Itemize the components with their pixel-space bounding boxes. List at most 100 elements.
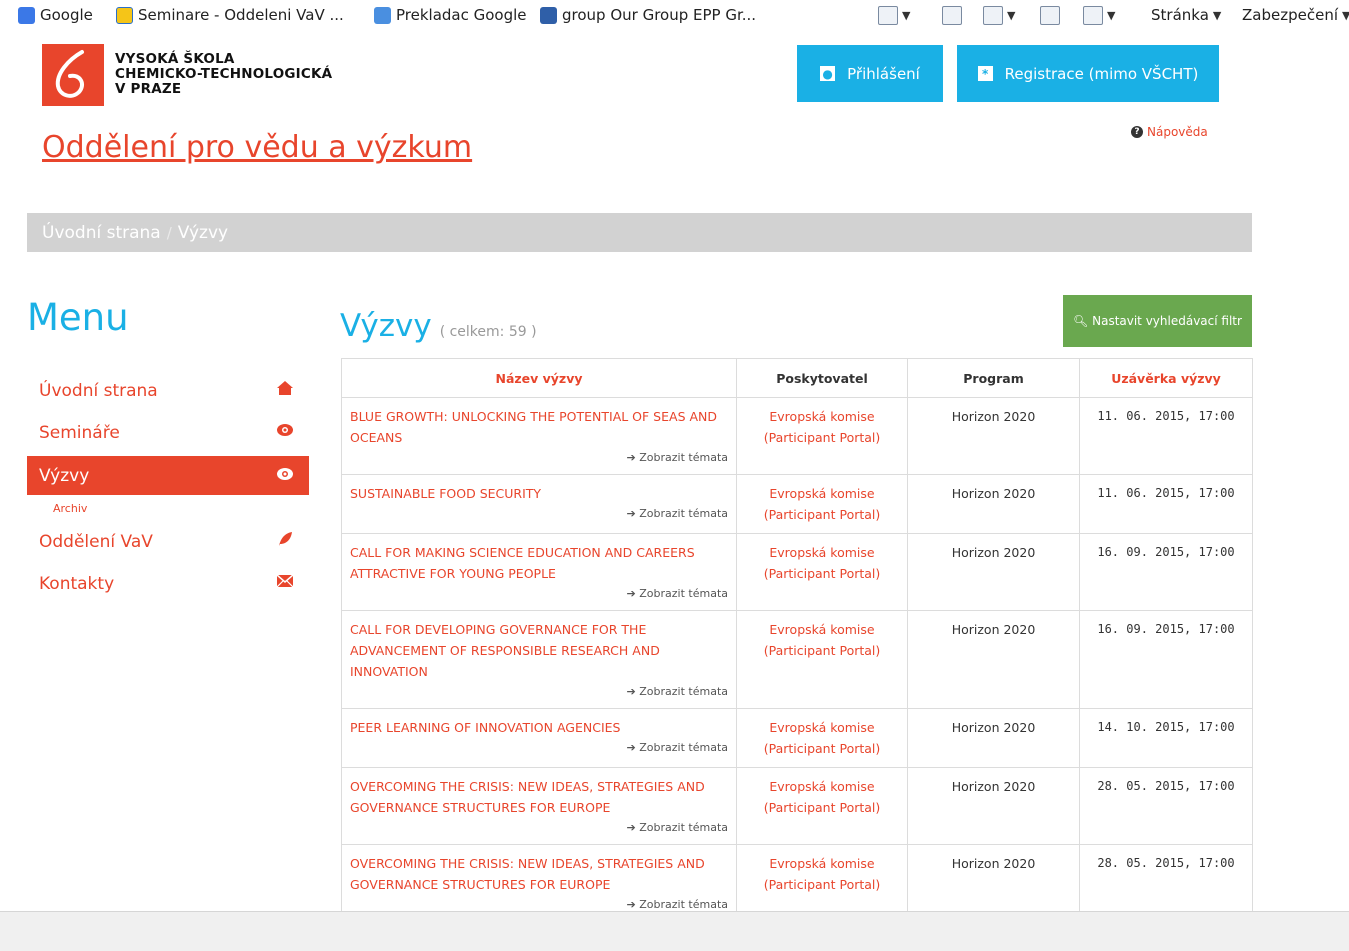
show-topics-link[interactable]: ➔ Zobrazit témata — [350, 504, 728, 524]
chevron-down-icon: ▼ — [1107, 9, 1116, 22]
call-title-link[interactable]: BLUE GROWTH: UNLOCKING THE POTENTIAL OF … — [350, 406, 728, 448]
table-row: BLUE GROWTH: UNLOCKING THE POTENTIAL OF … — [341, 397, 1253, 475]
security-menu[interactable]: Zabezpečení ▼ — [1242, 6, 1349, 24]
arrow-right-icon: ➔ — [626, 898, 640, 911]
provider-link[interactable]: Evropská komise (Participant Portal) — [736, 533, 908, 611]
sidebar-item-contacts[interactable]: Kontakty — [27, 563, 309, 605]
set-search-filter-button[interactable]: 🔍︎ Nastavit vyhledávací filtr — [1063, 295, 1252, 347]
rss-icon — [983, 6, 1003, 25]
call-name-cell: BLUE GROWTH: UNLOCKING THE POTENTIAL OF … — [341, 397, 737, 475]
arrow-right-icon: ➔ — [626, 451, 640, 464]
column-header-name[interactable]: Název výzvy — [341, 358, 737, 398]
question-icon: ? — [1131, 126, 1143, 138]
table-header-row: Název výzvy Poskytovatel Program Uzávěrk… — [341, 358, 1253, 398]
show-topics-link[interactable]: ➔ Zobrazit témata — [350, 448, 728, 468]
user-icon: ● — [820, 66, 836, 81]
column-header-program[interactable]: Program — [907, 358, 1080, 398]
table-row: CALL FOR DEVELOPING GOVERNANCE FOR THE A… — [341, 610, 1253, 709]
printer-icon — [1083, 6, 1103, 25]
school-logo[interactable] — [42, 44, 104, 106]
breadcrumb-separator: / — [166, 223, 172, 242]
mail-command[interactable] — [1040, 6, 1060, 25]
favorite-group[interactable]: group Our Group EPP Gr... — [540, 6, 756, 24]
call-title-link[interactable]: SUSTAINABLE FOOD SECURITY — [350, 483, 728, 504]
deadline-cell: 16. 09. 2015, 17:00 — [1079, 533, 1253, 611]
provider-link[interactable]: Evropská komise (Participant Portal) — [736, 844, 908, 922]
department-title-link[interactable]: Oddělení pro vědu a výzkum — [42, 130, 472, 165]
show-topics-link[interactable]: ➔ Zobrazit témata — [350, 818, 728, 838]
table-row: OVERCOMING THE CRISIS: NEW IDEAS, STRATE… — [341, 767, 1253, 845]
program-cell: Horizon 2020 — [907, 474, 1080, 534]
call-title-link[interactable]: CALL FOR MAKING SCIENCE EDUCATION AND CA… — [350, 542, 728, 584]
browser-favorites-bar: Google Seminare - Oddeleni VaV ... Prekl… — [0, 0, 1349, 30]
show-topics-link[interactable]: ➔ Zobrazit témata — [350, 584, 728, 604]
program-cell: Horizon 2020 — [907, 844, 1080, 922]
ie-page-icon — [116, 6, 133, 24]
leaf-icon — [277, 531, 293, 547]
deadline-cell: 11. 06. 2015, 17:00 — [1079, 474, 1253, 534]
help-link[interactable]: ? Nápověda — [1131, 125, 1208, 139]
column-header-provider[interactable]: Poskytovatel — [736, 358, 908, 398]
call-name-cell: CALL FOR MAKING SCIENCE EDUCATION AND CA… — [341, 533, 737, 611]
print-command[interactable]: ▼ — [1083, 6, 1115, 25]
program-cell: Horizon 2020 — [907, 708, 1080, 768]
breadcrumb-current: Výzvy — [177, 222, 229, 243]
provider-link[interactable]: Evropská komise (Participant Portal) — [736, 610, 908, 709]
sidebar-item-seminars[interactable]: Semináře — [27, 412, 309, 454]
feeds-command[interactable]: ▼ — [983, 6, 1015, 25]
call-title-link[interactable]: OVERCOMING THE CRISIS: NEW IDEAS, STRATE… — [350, 853, 728, 895]
hand-icon — [942, 6, 962, 25]
calls-table: Název výzvy Poskytovatel Program Uzávěrk… — [341, 358, 1253, 922]
deadline-cell: 28. 05. 2015, 17:00 — [1079, 844, 1253, 922]
sidebar-menu: Úvodní strana Semináře Výzvy Archiv Oddě… — [27, 370, 309, 605]
call-title-link[interactable]: PEER LEARNING OF INNOVATION AGENCIES — [350, 717, 728, 738]
group-icon — [540, 6, 557, 24]
provider-link[interactable]: Evropská komise (Participant Portal) — [736, 474, 908, 534]
arrow-right-icon: ➔ — [626, 587, 640, 600]
provider-link[interactable]: Evropská komise (Participant Portal) — [736, 708, 908, 768]
menu-heading: Menu — [27, 296, 129, 339]
provider-link[interactable]: Evropská komise (Participant Portal) — [736, 397, 908, 475]
deadline-cell: 28. 05. 2015, 17:00 — [1079, 767, 1253, 845]
google-icon — [18, 6, 35, 24]
chevron-down-icon: ▼ — [1342, 8, 1349, 22]
call-name-cell: OVERCOMING THE CRISIS: NEW IDEAS, STRATE… — [341, 767, 737, 845]
show-topics-link[interactable]: ➔ Zobrazit témata — [350, 682, 728, 702]
chevron-down-icon: ▼ — [1007, 9, 1016, 22]
provider-link[interactable]: Evropská komise (Participant Portal) — [736, 767, 908, 845]
eye-icon — [277, 466, 293, 482]
school-name[interactable]: VYSOKÁ ŠKOLA CHEMICKO-TECHNOLOGICKÁ V PR… — [115, 52, 332, 97]
call-title-link[interactable]: OVERCOMING THE CRISIS: NEW IDEAS, STRATE… — [350, 776, 728, 818]
home-command[interactable]: ▼ — [878, 6, 910, 25]
favorite-seminare[interactable]: Seminare - Oddeleni VaV ... — [116, 6, 344, 24]
program-cell: Horizon 2020 — [907, 397, 1080, 475]
call-name-cell: CALL FOR DEVELOPING GOVERNANCE FOR THE A… — [341, 610, 737, 709]
register-button[interactable]: * Registrace (mimo VŠCHT) — [957, 45, 1219, 102]
login-button[interactable]: ● Přihlášení — [797, 45, 943, 102]
favorite-translate[interactable]: Prekladac Google — [374, 6, 527, 24]
table-row: OVERCOMING THE CRISIS: NEW IDEAS, STRATE… — [341, 844, 1253, 922]
breadcrumb: Úvodní strana / Výzvy — [27, 213, 1252, 252]
arrow-right-icon: ➔ — [626, 741, 640, 754]
home-icon — [277, 380, 293, 396]
sidebar-item-department[interactable]: Oddělení VaV — [27, 521, 309, 563]
sidebar-item-home[interactable]: Úvodní strana — [27, 370, 309, 412]
chevron-down-icon: ▼ — [902, 9, 911, 22]
favorite-google[interactable]: Google — [18, 6, 93, 24]
table-row: SUSTAINABLE FOOD SECURITY ➔ Zobrazit tém… — [341, 474, 1253, 534]
column-header-deadline[interactable]: Uzávěrka výzvy — [1079, 358, 1253, 398]
sidebar-item-calls[interactable]: Výzvy — [27, 456, 309, 495]
hand-command[interactable] — [942, 6, 962, 25]
deadline-cell: 14. 10. 2015, 17:00 — [1079, 708, 1253, 768]
breadcrumb-home[interactable]: Úvodní strana — [42, 223, 161, 243]
page-menu[interactable]: Stránka ▼ — [1151, 6, 1221, 24]
deadline-cell: 11. 06. 2015, 17:00 — [1079, 397, 1253, 475]
call-name-cell: SUSTAINABLE FOOD SECURITY ➔ Zobrazit tém… — [341, 474, 737, 534]
arrow-right-icon: ➔ — [626, 507, 640, 520]
envelope-icon — [277, 573, 293, 589]
mail-icon — [1040, 6, 1060, 25]
sidebar-subitem-archive[interactable]: Archiv — [27, 495, 309, 521]
page-title: Výzvy ( celkem: 59 ) — [340, 308, 537, 344]
show-topics-link[interactable]: ➔ Zobrazit témata — [350, 738, 728, 758]
call-title-link[interactable]: CALL FOR DEVELOPING GOVERNANCE FOR THE A… — [350, 619, 728, 682]
